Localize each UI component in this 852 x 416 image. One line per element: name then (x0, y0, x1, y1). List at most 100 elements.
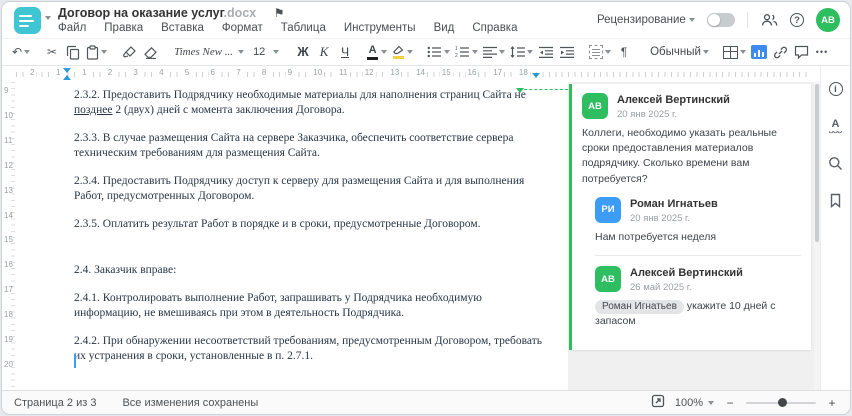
undo-button[interactable]: ↶ (10, 41, 32, 63)
bold-button[interactable]: Ж (293, 41, 313, 63)
spellcheck-icon: А (831, 117, 840, 130)
paste-button[interactable] (84, 41, 109, 63)
font-name-select[interactable]: Times New ... (170, 41, 248, 63)
comment[interactable]: РИ Роман Игнатьев 20 янв 2025 г. Нам потреб… (595, 196, 801, 245)
fit-width-button[interactable] (651, 394, 665, 411)
app-logo-button[interactable] (14, 7, 41, 34)
zoom-select[interactable]: 100% (675, 397, 714, 409)
zoom-slider-knob[interactable] (778, 398, 787, 407)
flag-icon[interactable]: ⚑ (274, 6, 285, 20)
ruler-number: 10 (4, 110, 13, 120)
font-color-icon: А (367, 44, 379, 60)
document-info-button[interactable]: i (827, 80, 845, 98)
comment[interactable]: АВ Алексей Вертинский 20 янв 2025 г. Коллег… (582, 93, 801, 187)
align-caret-icon[interactable] (499, 50, 506, 54)
doc-paragraph[interactable]: 2.3.2. Предоставить Подрядчику необходим… (74, 88, 550, 118)
indent-marker-right[interactable] (532, 73, 540, 78)
collaborators-icon[interactable] (760, 11, 778, 29)
font-size-select[interactable]: 12 (249, 41, 283, 63)
doc-paragraph[interactable]: 2.4.1. Контролировать выполнение Работ, … (74, 291, 550, 321)
toolbar-more-button[interactable]: ••• (812, 41, 832, 63)
review-mode-dropdown[interactable]: Рецензирование (597, 14, 695, 26)
toolbar: ↶ ✂ Times New ... 12 Ж К Ч А 1 2 ¶ Обычн… (2, 38, 850, 66)
font-color-caret-icon[interactable] (381, 50, 388, 54)
status-bar: Страница 2 из 3 Все изменения сохранены … (2, 390, 850, 414)
copy-button[interactable] (63, 41, 83, 63)
clear-formatting-button[interactable] (140, 41, 160, 63)
comment-thread-card[interactable]: АВ Алексей Вертинский 20 янв 2025 г. Коллег… (569, 84, 811, 350)
insert-image-button[interactable] (749, 41, 769, 63)
right-sidebar: i А (820, 66, 850, 390)
paragraph-style-select[interactable]: Обычный (644, 41, 712, 63)
paragraph-settings-caret-icon[interactable] (605, 50, 612, 54)
zoom-slider[interactable] (746, 398, 816, 407)
menu-item[interactable]: Правка (104, 22, 143, 34)
align-button[interactable] (481, 41, 507, 63)
zoom-out-button[interactable]: − (724, 396, 736, 410)
paragraph-settings-button[interactable] (587, 41, 613, 63)
header: Договор на оказание услуг.docx ⚑ Файл Пра… (2, 2, 850, 38)
indent-marker-left[interactable] (63, 75, 71, 80)
decrease-indent-button[interactable] (536, 41, 556, 63)
mention-chip: Роман Игнатьев (595, 300, 684, 315)
highlight-caret-icon[interactable] (407, 50, 414, 54)
increase-indent-button[interactable] (557, 41, 577, 63)
spellcheck-wave-icon (829, 130, 842, 134)
scrollbar-thumb[interactable] (815, 84, 819, 242)
font-color-button[interactable]: А (365, 41, 389, 63)
spellcheck-button[interactable]: А (827, 117, 845, 135)
insert-link-button[interactable] (770, 41, 790, 63)
header-divider (747, 12, 748, 28)
line-spacing-caret-icon[interactable] (527, 50, 534, 54)
paste-icon (86, 44, 99, 60)
page-indicator[interactable]: Страница 2 из 3 (14, 397, 96, 409)
document-text[interactable]: 2.3.2. Предоставить Подрядчику необходим… (74, 88, 550, 377)
track-changes-toggle[interactable] (707, 13, 735, 27)
doc-paragraph[interactable]: 2.3.3. В случае размещения Сайта на серв… (74, 131, 550, 161)
bookmarks-button[interactable] (827, 191, 845, 209)
undo-caret-icon[interactable] (24, 50, 31, 54)
user-avatar[interactable]: АВ (816, 8, 840, 32)
insert-table-button[interactable] (721, 41, 748, 63)
comment-button[interactable] (791, 41, 811, 63)
paragraph-settings-icon (589, 45, 604, 59)
table-caret-icon[interactable] (740, 50, 746, 54)
format-painter-button[interactable] (119, 41, 139, 63)
line-spacing-button[interactable] (508, 41, 535, 63)
commented-text[interactable]: позднее (74, 104, 112, 116)
cut-icon: ✂ (47, 45, 58, 59)
bullet-list-button[interactable] (425, 41, 452, 63)
indent-marker-first-line[interactable] (63, 68, 71, 73)
menu-item[interactable]: Инструменты (344, 22, 416, 34)
ruler-number: 8 (259, 68, 269, 77)
menu-item[interactable]: Вид (434, 22, 455, 34)
show-paragraph-marks-button[interactable]: ¶ (614, 41, 634, 63)
ruler-number: 9 (4, 86, 9, 95)
ruler-number: 6 (208, 68, 217, 77)
logo-caret-icon[interactable] (45, 16, 51, 20)
ruler-number: 11 (4, 135, 13, 145)
zoom-in-button[interactable]: + (826, 396, 838, 410)
doc-paragraph[interactable]: 2.4.2. При обнаружении несоответствий тр… (74, 334, 550, 364)
comment[interactable]: АВ Алексей Вертинский 26 май 2025 г. Роман … (595, 266, 801, 329)
paste-caret-icon[interactable] (101, 50, 108, 54)
numbered-list-button[interactable]: 12 (453, 41, 480, 63)
menu-item[interactable]: Таблица (281, 22, 326, 34)
menu-item[interactable]: Справка (472, 22, 517, 34)
menu-item[interactable]: Файл (58, 22, 86, 34)
menu-item[interactable]: Вставка (161, 22, 204, 34)
doc-paragraph[interactable]: 2.3.5. Оплатить результат Работ в порядк… (74, 217, 550, 232)
italic-button[interactable]: К (314, 41, 334, 63)
cut-button[interactable]: ✂ (42, 41, 62, 63)
help-icon[interactable]: ? (790, 13, 804, 27)
doc-paragraph[interactable]: 2.4. Заказчик вправе: (74, 263, 550, 278)
bullet-list-caret-icon[interactable] (444, 50, 451, 54)
numbered-list-caret-icon[interactable] (472, 50, 479, 54)
menu-item[interactable]: Формат (222, 22, 263, 34)
highlight-color-button[interactable] (390, 41, 415, 63)
underline-button[interactable]: Ч (335, 41, 355, 63)
doc-paragraph[interactable]: 2.3.4. Предоставить Подрядчику доступ к … (74, 174, 550, 204)
document-title[interactable]: Договор на оказание услуг.docx ⚑ (58, 6, 284, 20)
search-button[interactable] (827, 154, 845, 172)
document-canvas[interactable]: 2.3.2. Предоставить Подрядчику необходим… (16, 82, 568, 390)
